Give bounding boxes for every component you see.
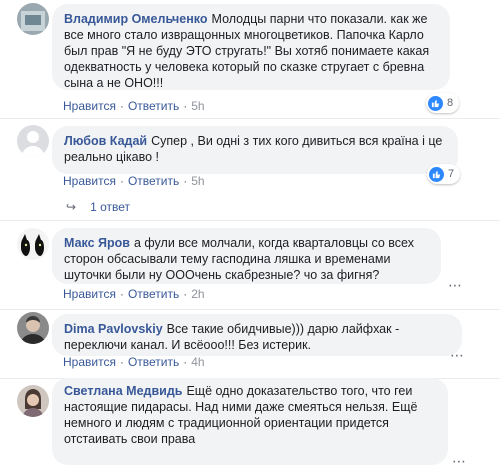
reply-link[interactable]: Ответить <box>128 287 179 301</box>
view-replies-link[interactable]: ↪ 1 ответ <box>66 200 130 214</box>
avatar[interactable] <box>17 125 49 157</box>
reply-link[interactable]: Ответить <box>128 355 179 369</box>
comment-3: Макс Яров а фули все молчали, когда кварт… <box>0 221 500 309</box>
thumbs-up-icon <box>428 95 443 111</box>
avatar[interactable] <box>17 228 49 260</box>
author-name[interactable]: Макс Яров <box>64 236 130 250</box>
like-link[interactable]: Нравится <box>63 355 116 369</box>
more-options-icon[interactable]: ⋯ <box>450 347 464 364</box>
comment-bubble: Dima Pavlovskiy Все такие обидчивые))) да… <box>52 314 462 356</box>
like-count-badge[interactable]: 8 <box>426 93 460 113</box>
like-link[interactable]: Нравится <box>63 174 116 188</box>
comment-1: Владимир Омельченко Молодцы парни что пок… <box>0 0 500 118</box>
comment-bubble: Владимир Омельченко Молодцы парни что пок… <box>52 4 450 90</box>
comment-bubble: Светлана Медвидь Ещё одно доказательство … <box>52 378 448 465</box>
comment-bubble: Макс Яров а фули все молчали, когда кварт… <box>52 228 441 284</box>
timestamp[interactable]: 2h <box>191 287 204 301</box>
like-count: 8 <box>447 97 454 109</box>
comment-bubble: Любов Кадай Супер , Ви одні з тих кого ди… <box>52 126 458 174</box>
like-count-badge[interactable]: 7 <box>427 164 461 184</box>
comment-actions: Нравится · Ответить · 5h <box>63 99 205 113</box>
avatar[interactable] <box>17 312 49 344</box>
comment-4: Dima Pavlovskiy Все такие обидчивые))) да… <box>0 310 500 378</box>
comment-2: Любов Кадай Супер , Ви одні з тих кого ди… <box>0 119 500 219</box>
avatar[interactable] <box>17 385 49 417</box>
reply-link[interactable]: Ответить <box>128 99 179 113</box>
replies-count: 1 ответ <box>90 200 130 214</box>
author-name[interactable]: Владимир Омельченко <box>64 12 208 26</box>
timestamp[interactable]: 5h <box>191 99 204 113</box>
avatar[interactable] <box>17 3 49 35</box>
author-name[interactable]: Светлана Медвидь <box>64 384 182 398</box>
comment-actions: Нравится · Ответить · 5h <box>63 174 205 188</box>
timestamp[interactable]: 5h <box>191 174 204 188</box>
more-options-icon[interactable]: ⋯ <box>452 453 466 465</box>
author-name[interactable]: Любов Кадай <box>64 134 147 148</box>
thumbs-up-icon <box>429 166 444 182</box>
like-count: 7 <box>448 168 455 180</box>
author-name[interactable]: Dima Pavlovskiy <box>64 322 163 336</box>
like-link[interactable]: Нравится <box>63 99 116 113</box>
timestamp[interactable]: 4h <box>191 355 204 369</box>
like-link[interactable]: Нравится <box>63 287 116 301</box>
comment-actions: Нравится · Ответить · 2h <box>63 287 205 301</box>
reply-arrow-icon: ↪ <box>66 200 77 214</box>
comment-actions: Нравится · Ответить · 4h <box>63 355 205 369</box>
reply-link[interactable]: Ответить <box>128 174 179 188</box>
comment-5: Светлана Медвидь Ещё одно доказательство … <box>0 378 500 465</box>
more-options-icon[interactable]: ⋯ <box>448 277 462 294</box>
